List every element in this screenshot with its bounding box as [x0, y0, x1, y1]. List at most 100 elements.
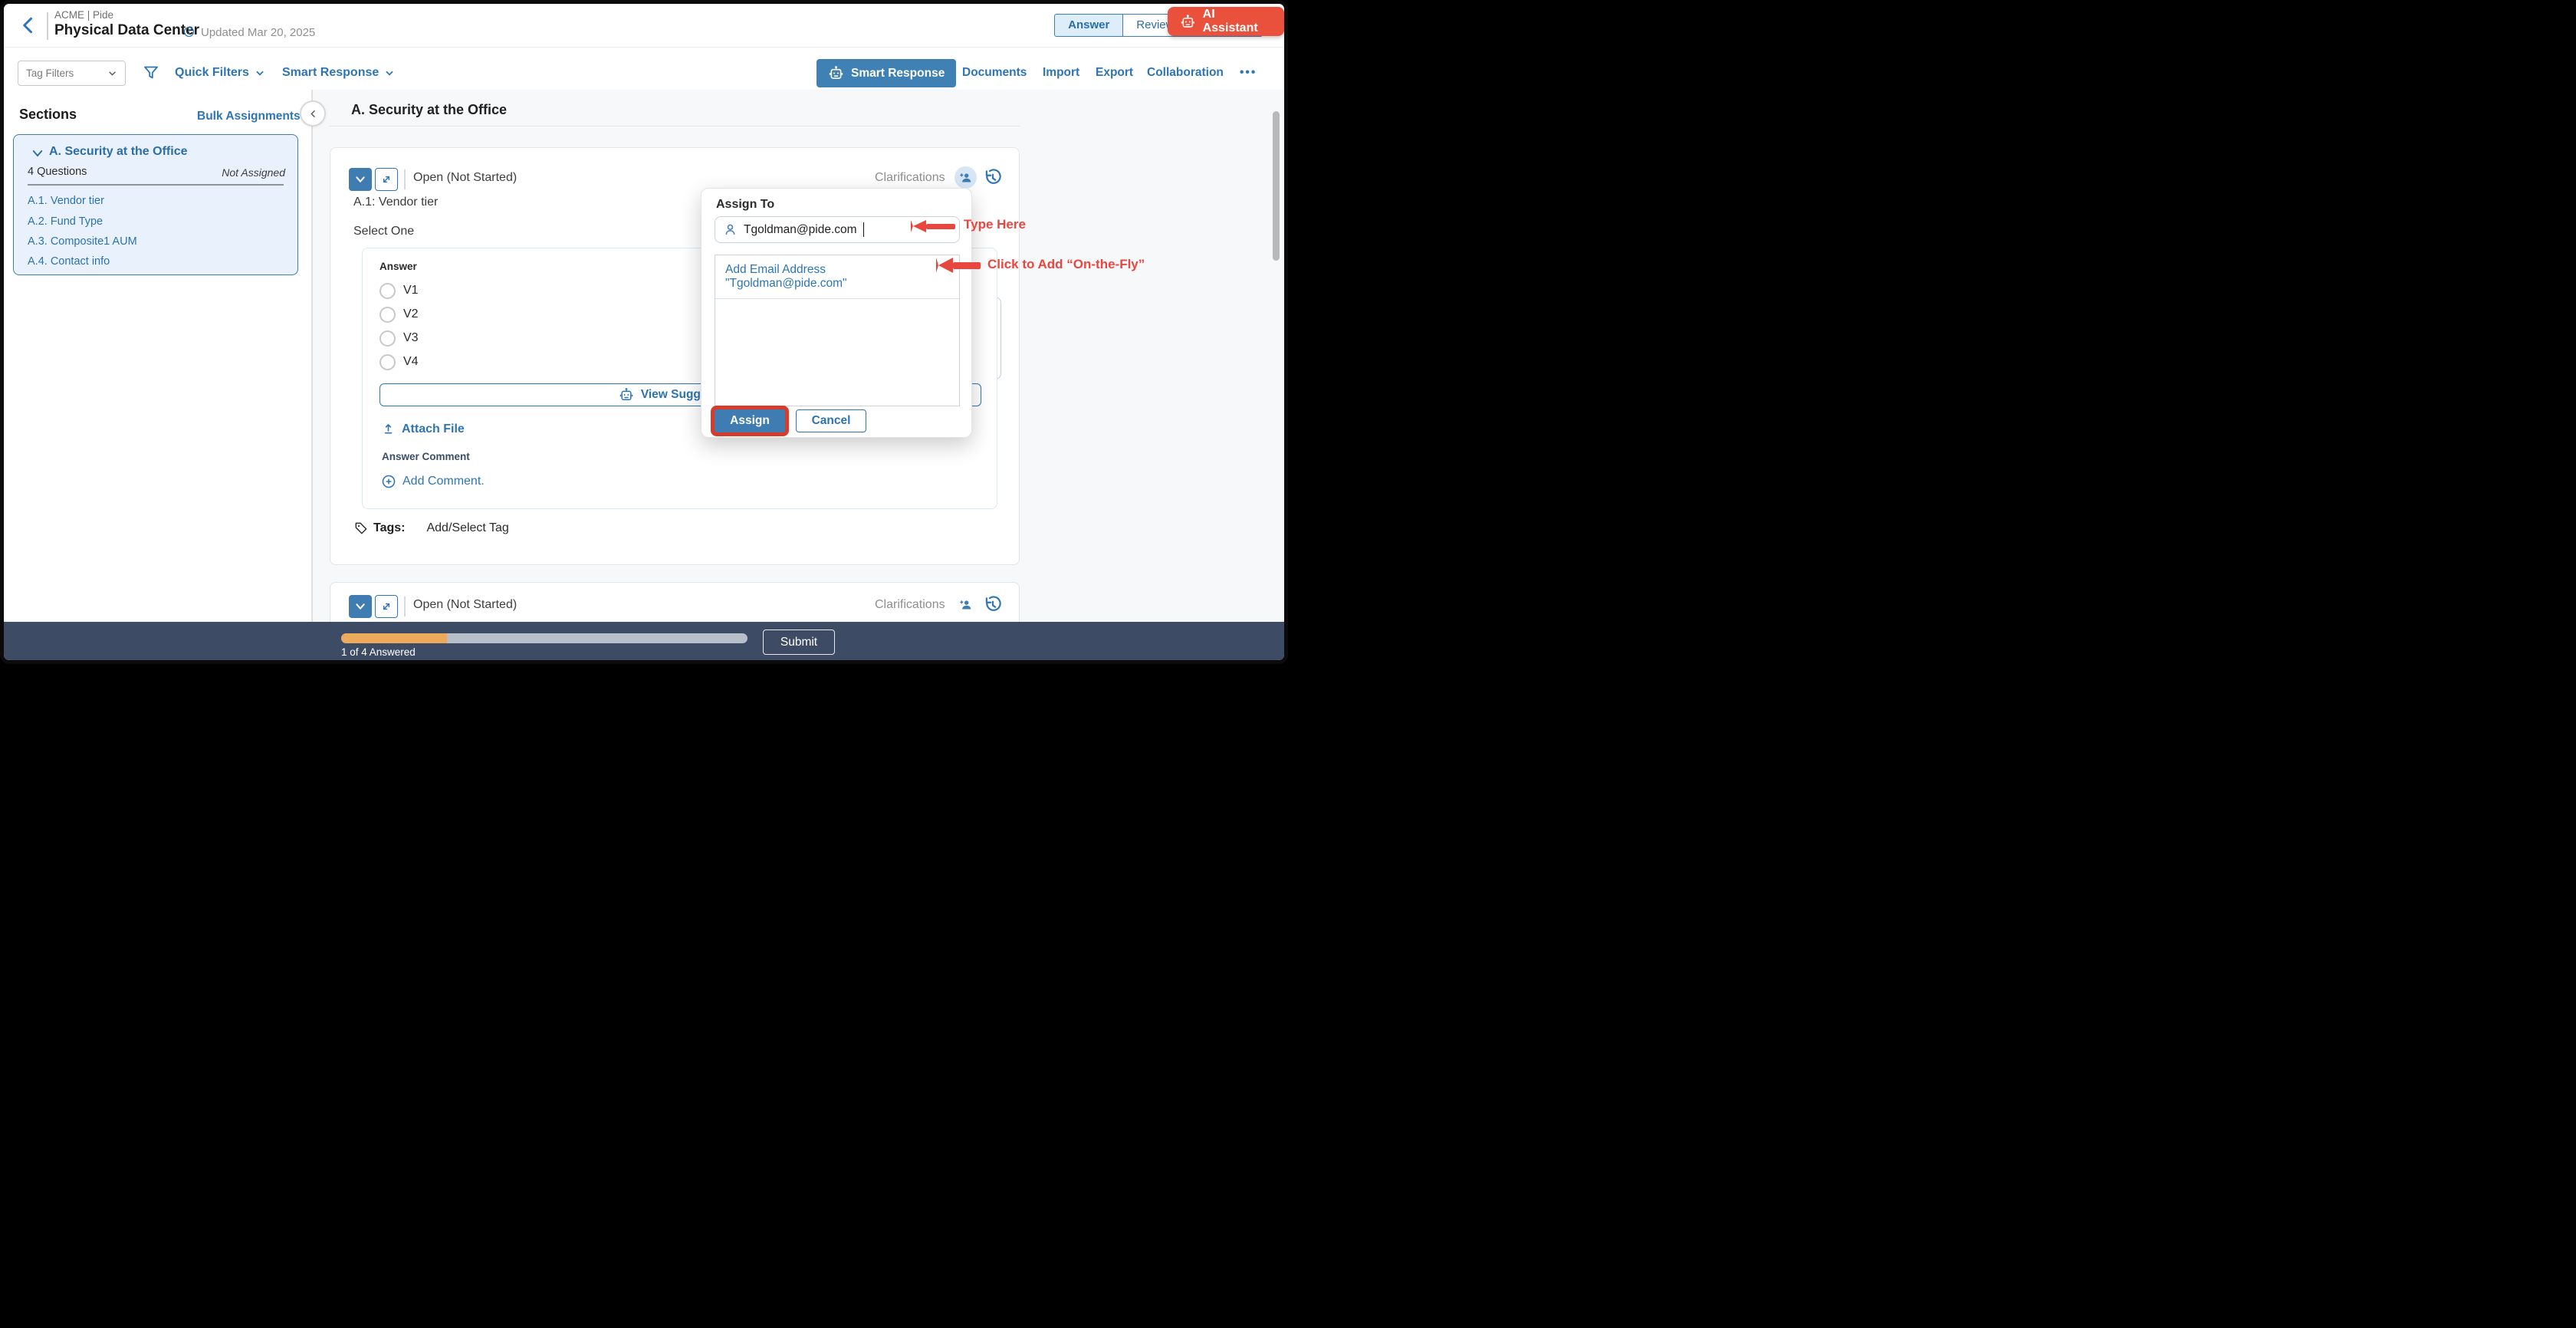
upload-icon	[381, 422, 396, 436]
assign-to-title: Assign To	[716, 198, 774, 212]
smart-response-button-label: Smart Response	[851, 67, 945, 81]
section-card-divider	[28, 184, 284, 186]
sections-heading: Sections	[19, 107, 77, 123]
ai-assistant-label: AI Assistant	[1203, 8, 1272, 35]
status-divider	[404, 597, 406, 616]
radio-v4[interactable]	[380, 354, 396, 370]
app-window: ACME | Pide Physical Data Center Updated…	[0, 0, 1288, 664]
vertical-scrollbar[interactable]	[1273, 111, 1280, 261]
progress-text: 1 of 4 Answered	[341, 646, 416, 658]
question-text: A.1: Vendor tier	[353, 196, 438, 209]
radio-label-v2[interactable]: V2	[403, 307, 419, 321]
expand-question-icon[interactable]	[375, 595, 398, 618]
progress-bar	[341, 633, 748, 643]
ai-assistant-button[interactable]: AI Assistant	[1168, 7, 1284, 36]
tag-icon	[353, 521, 369, 536]
info-icon[interactable]	[183, 26, 195, 38]
click-to-add-annotation: Click to Add “On-the-Fly”	[987, 257, 1145, 272]
breadcrumb: ACME | Pide	[54, 9, 113, 21]
tags-label: Tags:	[373, 521, 405, 535]
radio-v2[interactable]	[380, 307, 396, 323]
section-chevron-down-icon[interactable]	[31, 146, 44, 160]
cancel-button[interactable]: Cancel	[796, 409, 866, 432]
radio-label-v1[interactable]: V1	[403, 284, 419, 297]
filter-funnel-icon[interactable]	[142, 64, 160, 82]
add-comment-button[interactable]: Add Comment.	[381, 474, 485, 489]
assign-button[interactable]: Assign	[715, 409, 785, 432]
tag-filters-select[interactable]: Tag Filters	[18, 61, 126, 86]
robot-icon	[828, 65, 844, 81]
tag-filters-label: Tag Filters	[26, 67, 74, 79]
sidebar-item-a1[interactable]: A.1. Vendor tier	[28, 195, 104, 207]
robot-icon	[1180, 14, 1196, 30]
question-status: Open (Not Started)	[413, 171, 517, 185]
header: ACME | Pide Physical Data Center Updated…	[4, 4, 1284, 48]
import-link[interactable]: Import	[1043, 66, 1079, 80]
header-divider	[47, 12, 48, 40]
plus-circle-icon	[381, 474, 396, 489]
attach-file-label: Attach File	[402, 422, 465, 436]
status-divider	[404, 169, 406, 189]
click-to-add-arrow	[936, 258, 981, 273]
section-assigned-status: Not Assigned	[222, 166, 285, 179]
radio-v1[interactable]	[380, 283, 396, 299]
section-heading: A. Security at the Office	[351, 102, 507, 118]
collaboration-link[interactable]: Collaboration	[1147, 66, 1224, 80]
add-email-option[interactable]: Add Email Address "Tgoldman@pide.com"	[715, 255, 959, 299]
radio-label-v4[interactable]: V4	[403, 355, 419, 369]
sidebar-item-a3[interactable]: A.3. Composite1 AUM	[28, 235, 137, 248]
updated-timestamp: Updated Mar 20, 2025	[201, 26, 315, 39]
documents-link[interactable]: Documents	[962, 66, 1027, 80]
chevron-down-icon	[255, 67, 265, 78]
sidebar-item-a4[interactable]: A.4. Contact info	[28, 255, 110, 268]
question-status: Open (Not Started)	[413, 598, 517, 612]
section-card: A. Security at the Office 4 Questions No…	[13, 134, 298, 275]
collapse-question-button[interactable]	[349, 595, 372, 618]
radio-v3[interactable]	[380, 330, 396, 347]
assign-person-icon[interactable]	[955, 593, 977, 616]
add-select-tag[interactable]: Add/Select Tag	[426, 521, 508, 535]
progress-fill	[341, 633, 447, 643]
attach-file-button[interactable]: Attach File	[381, 422, 465, 436]
sidebar-collapse-button[interactable]	[300, 100, 326, 127]
tab-answer[interactable]: Answer	[1054, 14, 1123, 37]
type-here-annotation: Type Here	[964, 217, 1026, 232]
collapse-question-button[interactable]	[349, 168, 372, 191]
sidebar-item-a2[interactable]: A.2. Fund Type	[28, 215, 103, 228]
radio-label-v3[interactable]: V3	[403, 331, 419, 345]
sidebar-section-title[interactable]: A. Security at the Office	[49, 145, 188, 159]
more-menu-icon[interactable]: •••	[1240, 66, 1257, 80]
footer-bar: 1 of 4 Answered Submit	[4, 622, 1284, 660]
assignee-email-value: Tgoldman@pide.com	[744, 223, 857, 237]
answer-comment-label: Answer Comment	[382, 451, 470, 462]
export-link[interactable]: Export	[1096, 66, 1133, 80]
smart-response-button[interactable]: Smart Response	[816, 59, 956, 87]
submit-button[interactable]: Submit	[763, 629, 835, 655]
quick-filters-dropdown[interactable]: Quick Filters	[175, 66, 265, 80]
add-comment-label: Add Comment.	[402, 475, 485, 488]
assign-person-icon[interactable]	[955, 166, 977, 189]
page-title: Physical Data Center	[54, 22, 199, 39]
back-icon[interactable]	[18, 14, 41, 37]
chevron-down-icon	[107, 68, 117, 78]
section-question-count: 4 Questions	[28, 166, 87, 178]
expand-question-icon[interactable]	[375, 168, 398, 191]
chevron-down-icon	[384, 67, 395, 78]
history-icon[interactable]	[983, 595, 1003, 615]
history-icon[interactable]	[983, 168, 1003, 188]
smart-response-dropdown[interactable]: Smart Response	[282, 66, 395, 80]
type-here-arrow	[911, 220, 955, 232]
clarifications-label: Clarifications	[875, 598, 945, 612]
sidebar-divider	[311, 90, 313, 622]
tags-row: Tags: Add/Select Tag	[353, 521, 509, 536]
bulk-assignments-link[interactable]: Bulk Assignments	[197, 110, 301, 123]
question-type: Select One	[353, 225, 414, 238]
robot-icon	[619, 387, 634, 403]
smart-response-menu-label: Smart Response	[282, 66, 379, 80]
answer-label: Answer	[380, 261, 417, 272]
person-icon	[723, 222, 738, 237]
quick-filters-label: Quick Filters	[175, 66, 249, 80]
section-heading-divider	[330, 126, 1020, 127]
clarifications-label: Clarifications	[875, 171, 945, 185]
toolbar: Tag Filters Quick Filters Smart Response…	[4, 48, 1284, 90]
